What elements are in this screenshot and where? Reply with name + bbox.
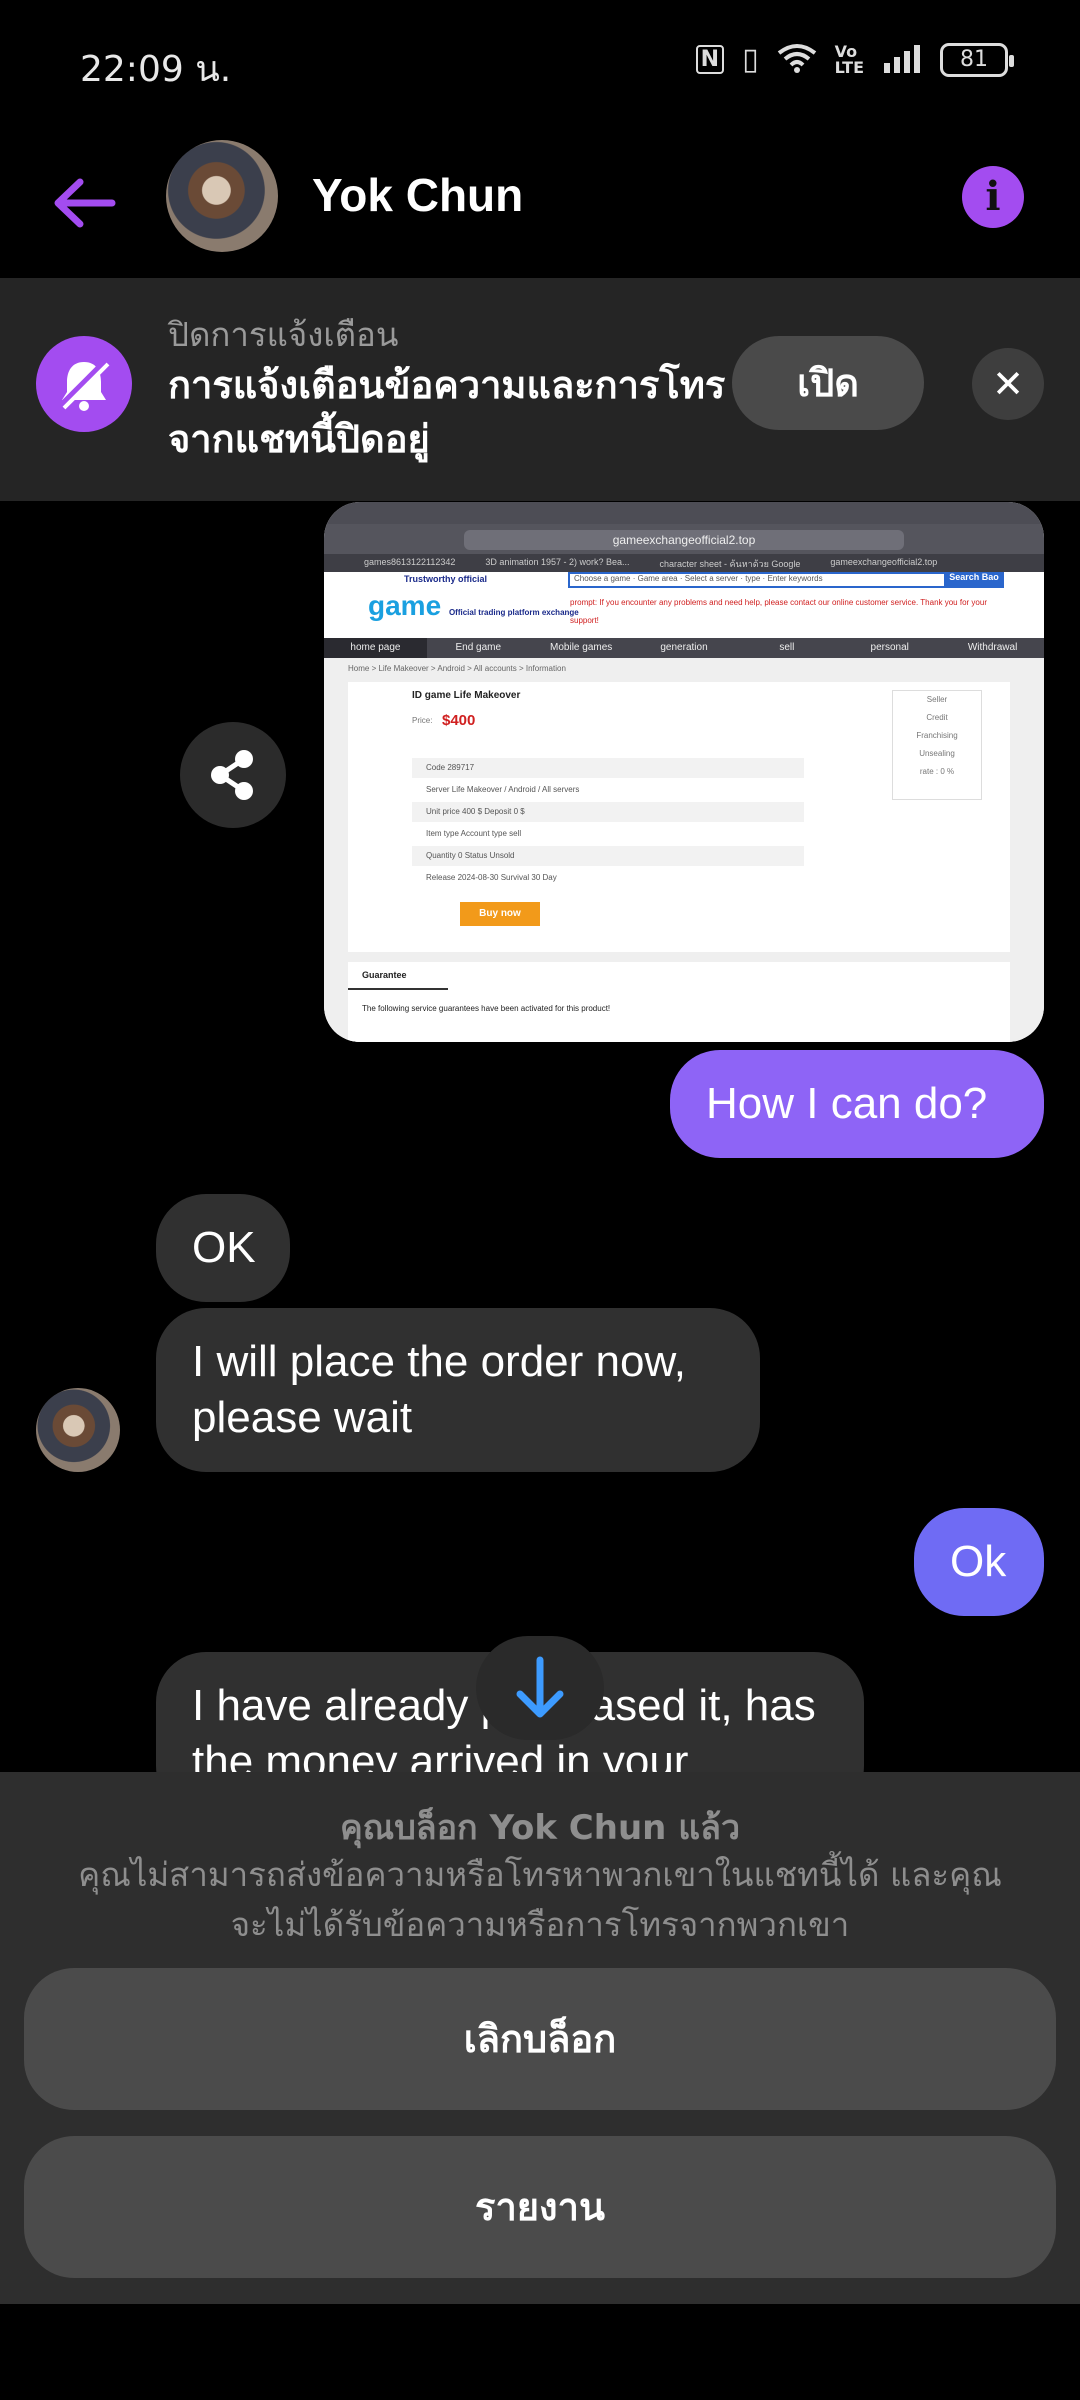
banner-title: ปิดการแจ้งเตือน: [168, 315, 399, 354]
signal-icon: [882, 43, 922, 77]
contact-name[interactable]: Yok Chun: [312, 168, 523, 222]
nfc-icon: N: [695, 45, 725, 74]
message-outgoing[interactable]: How I can do?: [670, 1050, 1044, 1158]
muted-notification-banner: ปิดการแจ้งเตือน การแจ้งเตือนข้อความและกา…: [0, 278, 1080, 501]
shot-notice: prompt: If you encounter any problems an…: [570, 598, 987, 625]
shot-seller-box: Seller Credit Franchising Unsealing rate…: [892, 690, 982, 800]
volte-icon: Vo LTE: [834, 41, 864, 77]
shot-nav-item: personal: [870, 642, 909, 653]
shot-row: Code 289717: [412, 758, 804, 778]
arrow-left-icon: [54, 178, 116, 228]
status-time: 22:09 น.: [80, 49, 232, 90]
contact-avatar-small[interactable]: [36, 1388, 120, 1472]
info-icon: i: [985, 173, 1001, 220]
shot-guarantee: Guarantee The following service guarante…: [348, 962, 1010, 1042]
share-button[interactable]: [180, 722, 286, 828]
shot-status-row: [324, 502, 1044, 524]
turn-on-button[interactable]: เปิด: [732, 336, 924, 430]
shot-row: Item type Account type sell: [426, 829, 522, 838]
shot-row: Unit price 400 $ Deposit 0 $: [412, 802, 804, 822]
message-outgoing[interactable]: Ok: [914, 1508, 1044, 1616]
shot-content: Home > Life Makeover > Android > All acc…: [324, 658, 1044, 1042]
message-incoming[interactable]: OK: [156, 1194, 290, 1302]
shot-row: Quantity 0 Status Unsold: [412, 846, 804, 866]
shot-search-button: Search Bao: [944, 572, 1004, 588]
battery-icon: 81: [940, 42, 1014, 77]
shot-tab: character sheet - ค้นหาด้วย Google: [659, 559, 801, 569]
shot-tagline: Trustworthy official: [404, 574, 488, 584]
shot-nav-item: generation: [660, 642, 708, 653]
wifi-icon: [777, 43, 817, 77]
shot-url: gameexchangeofficial2.top: [464, 530, 904, 550]
shot-tab: 3D animation 1957 - 2) work? Bea...: [485, 557, 630, 567]
report-button[interactable]: รายงาน: [24, 2136, 1056, 2278]
shot-tab: games8613122112342: [364, 557, 456, 567]
shot-logo: game Official trading platform exchange: [368, 590, 579, 621]
chat-header: Yok Chun i: [0, 128, 1080, 278]
shot-site-header: Trustworthy official game Official tradi…: [324, 572, 1044, 638]
close-icon: ✕: [992, 362, 1024, 406]
shot-nav-item: sell: [779, 642, 795, 653]
screenshot-attachment[interactable]: gameexchangeofficial2.top games861312211…: [324, 502, 1044, 1042]
shot-nav-item: Mobile games: [550, 642, 613, 653]
shot-product-name: ID game Life Makeover: [412, 690, 521, 701]
shot-price-label: Price:: [412, 716, 433, 725]
shot-nav-item: home page: [324, 638, 427, 658]
unblock-button[interactable]: เลิกบล็อก: [24, 1968, 1056, 2110]
shot-breadcrumb: Home > Life Makeover > Android > All acc…: [348, 664, 566, 673]
shot-nav: home page End game Mobile games generati…: [324, 638, 1044, 658]
shot-buy-button: Buy now: [460, 902, 540, 926]
status-icons: N ▯ Vo LTE 81: [695, 41, 1014, 77]
shot-nav-item: Withdrawal: [967, 642, 1018, 653]
vibrate-icon: ▯: [742, 42, 759, 77]
blocked-title: คุณบล็อก Yok Chun แล้ว: [339, 1808, 741, 1848]
shot-search-bar: Choose a game · Game area · Select a ser…: [568, 572, 998, 588]
info-button[interactable]: i: [962, 166, 1024, 228]
message-incoming[interactable]: I will place the order now, please wait: [156, 1308, 760, 1472]
close-banner-button[interactable]: ✕: [972, 348, 1044, 420]
shot-price: $400: [442, 712, 476, 729]
back-button[interactable]: [50, 168, 120, 238]
blocked-panel: คุณบล็อก Yok Chun แล้ว คุณไม่สามารถส่งข้…: [0, 1772, 1080, 2304]
shot-product-card: ID game Life Makeover Price: $400 Code 2…: [348, 682, 1010, 952]
shot-tab: gameexchangeofficial2.top: [830, 557, 938, 567]
shot-browser-bar: gameexchangeofficial2.top: [324, 524, 1044, 554]
scroll-down-button[interactable]: [476, 1636, 604, 1740]
status-bar: 22:09 น. N ▯ Vo LTE 81: [0, 0, 1080, 128]
arrow-down-icon: [516, 1656, 564, 1718]
shot-row: Release 2024-08-30 Survival 30 Day: [426, 873, 557, 882]
bell-off-icon: [36, 336, 132, 432]
shot-nav-item: End game: [455, 642, 502, 653]
share-icon: [211, 750, 253, 800]
contact-avatar[interactable]: [166, 140, 278, 252]
shot-tabs: games8613122112342 3D animation 1957 - 2…: [324, 554, 1044, 572]
blocked-description: คุณไม่สามารถส่งข้อความหรือโทรหาพวกเขาในแ…: [78, 1855, 1002, 1944]
shot-row: Server Life Makeover / Android / All ser…: [426, 785, 580, 794]
banner-body: การแจ้งเตือนข้อความและการโทรจากแชทนี้ปิด…: [168, 363, 726, 461]
